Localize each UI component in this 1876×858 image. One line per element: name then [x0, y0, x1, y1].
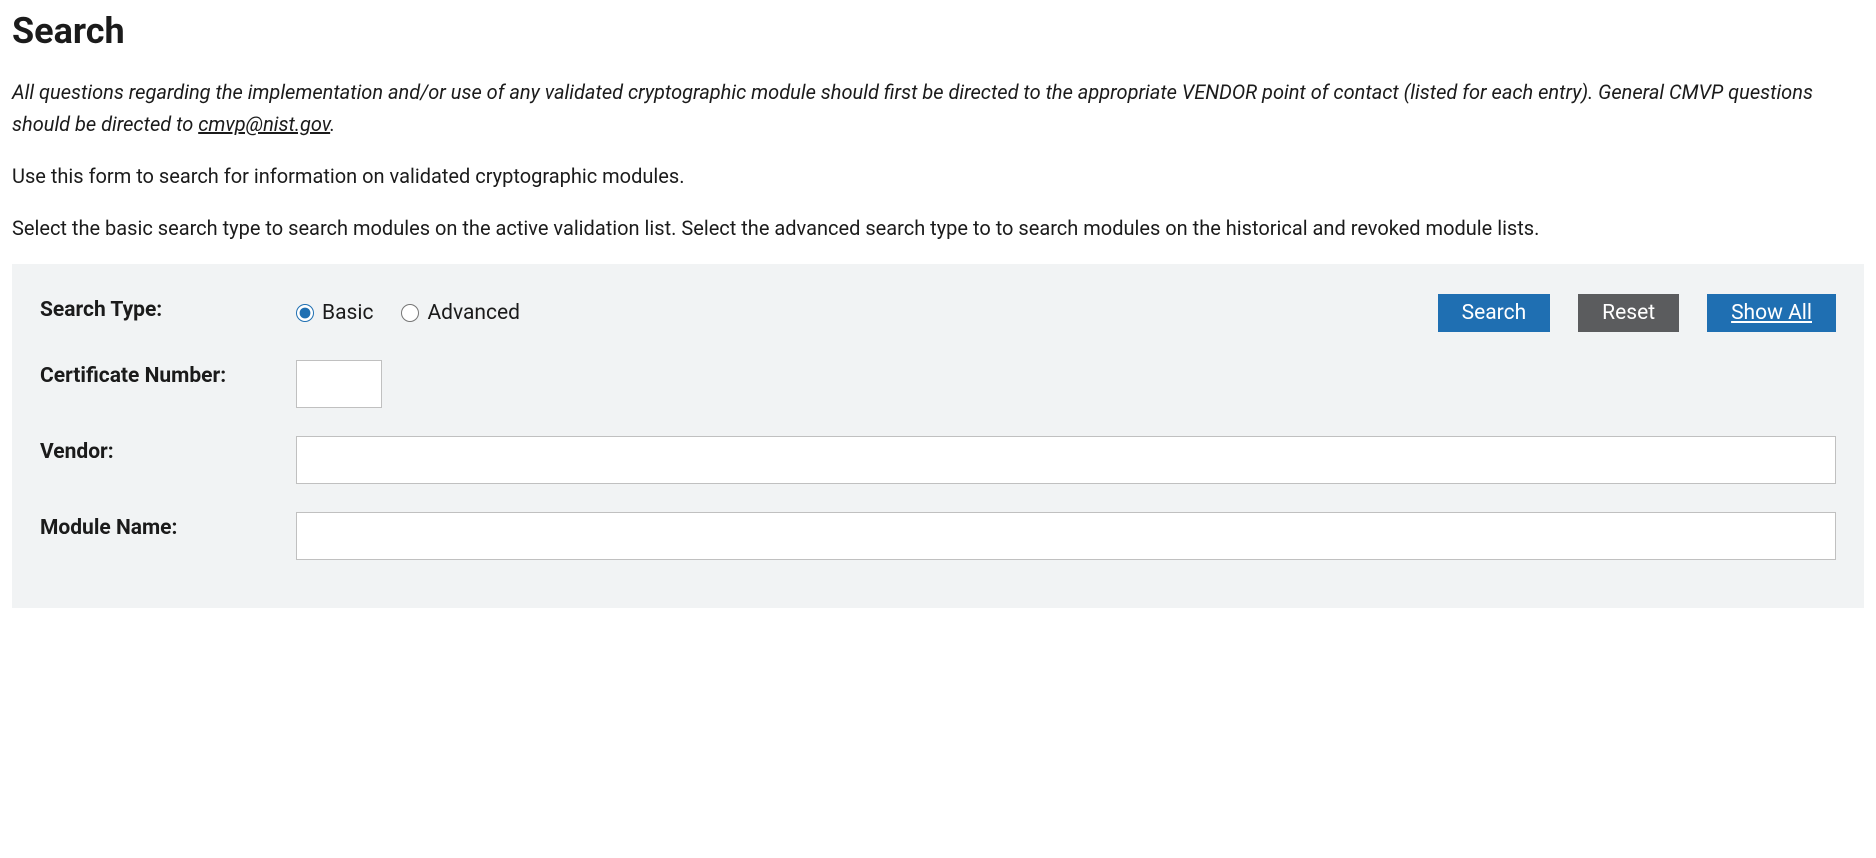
reset-button[interactable]: Reset: [1578, 294, 1679, 332]
label-search-type: Search Type:: [40, 294, 296, 322]
button-group: Search Reset Show All: [1438, 294, 1836, 332]
page-title: Search: [12, 10, 1864, 52]
vendor-input[interactable]: [296, 436, 1836, 484]
label-certificate-number: Certificate Number:: [40, 360, 296, 388]
intro-search-type-note: Select the basic search type to search m…: [12, 212, 1864, 244]
row-search-type: Search Type: Basic Advanced Search Reset…: [40, 294, 1836, 332]
search-button[interactable]: Search: [1438, 294, 1551, 332]
certificate-number-input[interactable]: [296, 360, 382, 408]
radio-advanced-label: Advanced: [427, 301, 520, 325]
intro-usage-note: Use this form to search for information …: [12, 160, 1864, 192]
radio-advanced[interactable]: [401, 304, 419, 322]
row-vendor: Vendor:: [40, 436, 1836, 484]
intro-contact-note: All questions regarding the implementati…: [12, 76, 1864, 140]
radio-basic-wrap[interactable]: Basic: [296, 301, 373, 325]
radio-advanced-wrap[interactable]: Advanced: [401, 301, 520, 325]
radio-basic-label: Basic: [322, 301, 373, 325]
show-all-button[interactable]: Show All: [1707, 294, 1836, 332]
radio-basic[interactable]: [296, 304, 314, 322]
label-module-name: Module Name:: [40, 512, 296, 540]
cmvp-email-link[interactable]: cmvp@nist.gov: [198, 112, 330, 136]
search-form-panel: Search Type: Basic Advanced Search Reset…: [12, 264, 1864, 608]
row-module-name: Module Name:: [40, 512, 1836, 560]
intro-contact-text-after: .: [330, 112, 335, 136]
label-vendor: Vendor:: [40, 436, 296, 464]
module-name-input[interactable]: [296, 512, 1836, 560]
row-certificate-number: Certificate Number:: [40, 360, 1836, 408]
